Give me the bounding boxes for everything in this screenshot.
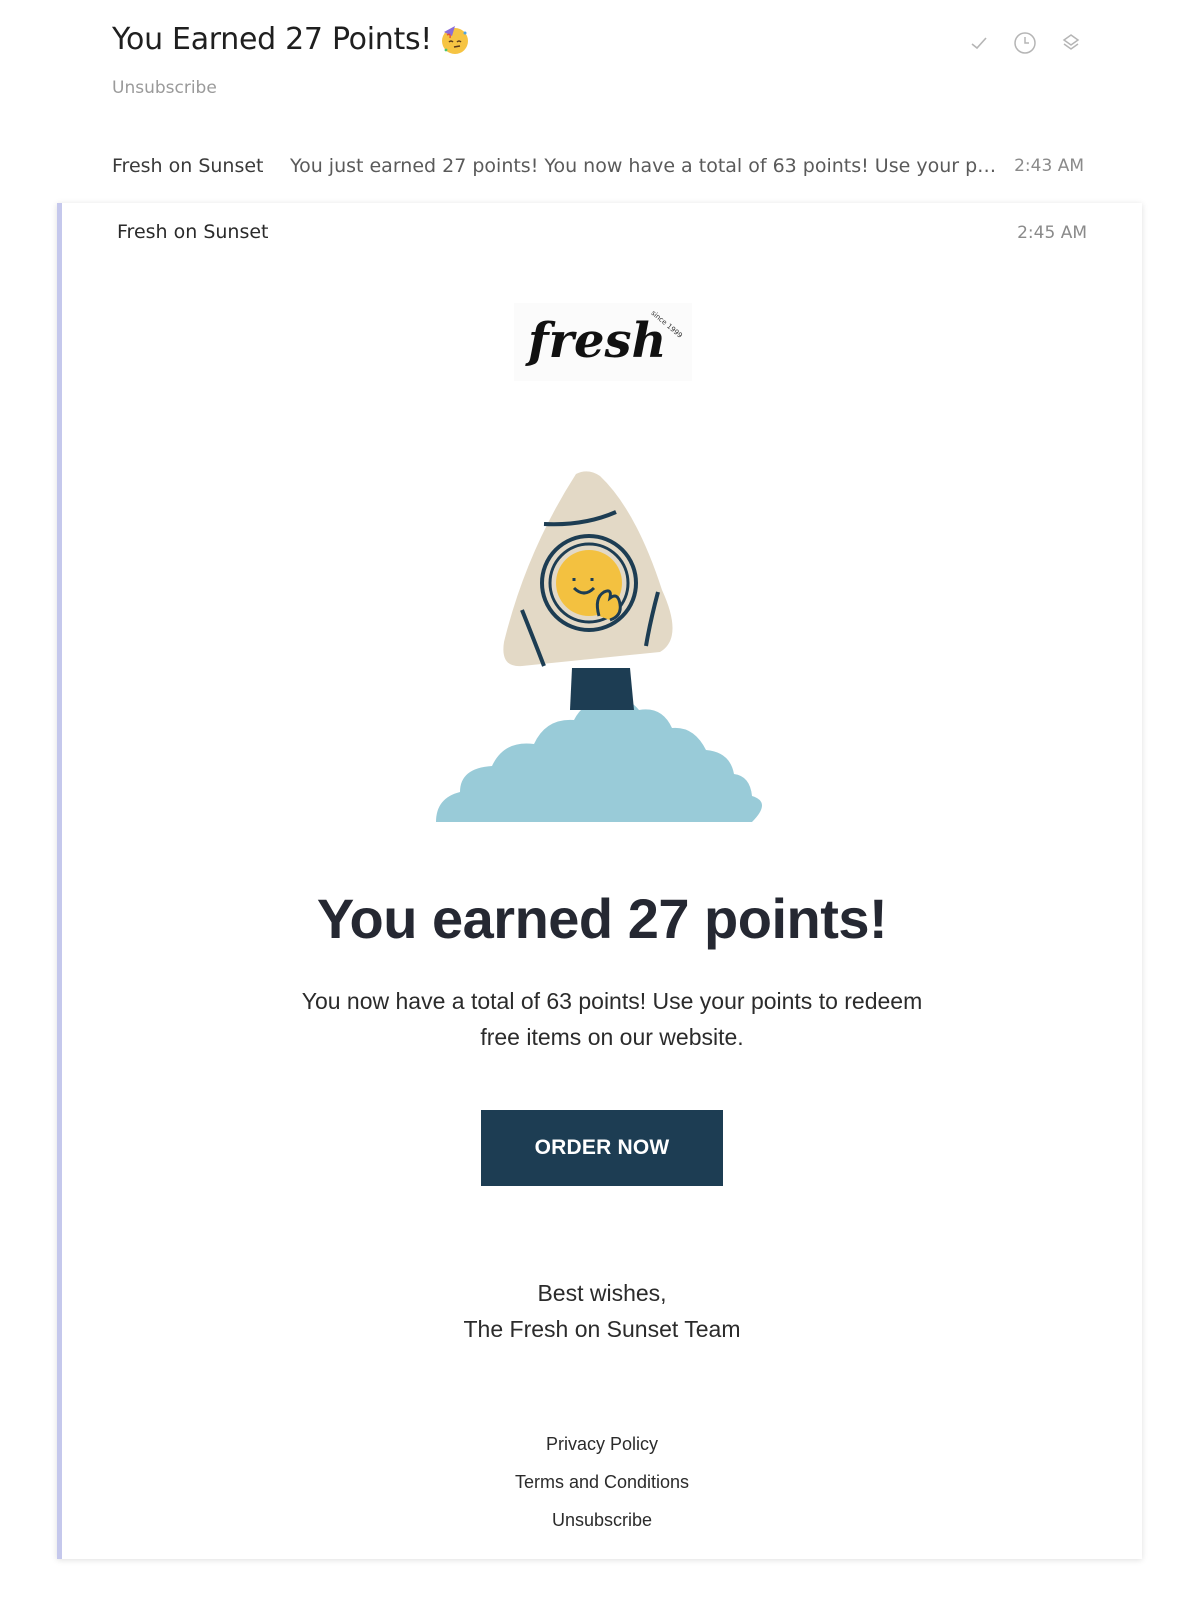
thread-header: You Earned 27 Points! [112,22,1084,57]
collapsed-message-row[interactable]: Fresh on Sunset You just earned 27 point… [112,150,1084,182]
collapsed-snippet: You just earned 27 points! You now have … [290,155,1013,177]
thread-subject: You Earned 27 Points! [112,22,1084,57]
thread-actions [966,30,1084,56]
message-time: 2:45 AM [1017,223,1087,243]
check-icon[interactable] [966,30,992,56]
message-sender[interactable]: Fresh on Sunset [117,221,269,243]
email-paragraph: You now have a total of 63 points! Use y… [301,988,923,1050]
collapsed-time: 2:43 AM [1014,156,1084,176]
signoff-line-2: The Fresh on Sunset Team [463,1316,741,1342]
signoff-line-1: Best wishes, [537,1280,667,1306]
fresh-logo: fresh since 1999 [514,303,692,381]
open-message-card: Fresh on Sunset 2:45 AM fresh since 1999 [57,203,1142,1559]
layers-icon[interactable] [1058,30,1084,56]
email-footer: Privacy Policy Terms and Conditions Unsu… [62,1425,1142,1539]
email-headline: You earned 27 points! [316,887,888,950]
privacy-policy-link[interactable]: Privacy Policy [62,1425,1142,1463]
logo-text: fresh [525,313,666,369]
rocket-illustration [434,470,774,845]
order-now-button[interactable]: ORDER NOW [481,1110,723,1186]
subject-text: You Earned 27 Points! [112,22,432,57]
clock-icon[interactable] [1012,30,1038,56]
footer-unsubscribe-link[interactable]: Unsubscribe [62,1501,1142,1539]
email-body: Fresh on Sunset 2:45 AM fresh since 1999 [62,203,1142,1559]
email-signoff: Best wishes, The Fresh on Sunset Team [62,1275,1142,1347]
collapsed-sender: Fresh on Sunset [112,155,264,177]
partying-face-emoji-icon [438,23,472,57]
unsubscribe-link[interactable]: Unsubscribe [112,78,217,98]
terms-and-conditions-link[interactable]: Terms and Conditions [62,1463,1142,1501]
